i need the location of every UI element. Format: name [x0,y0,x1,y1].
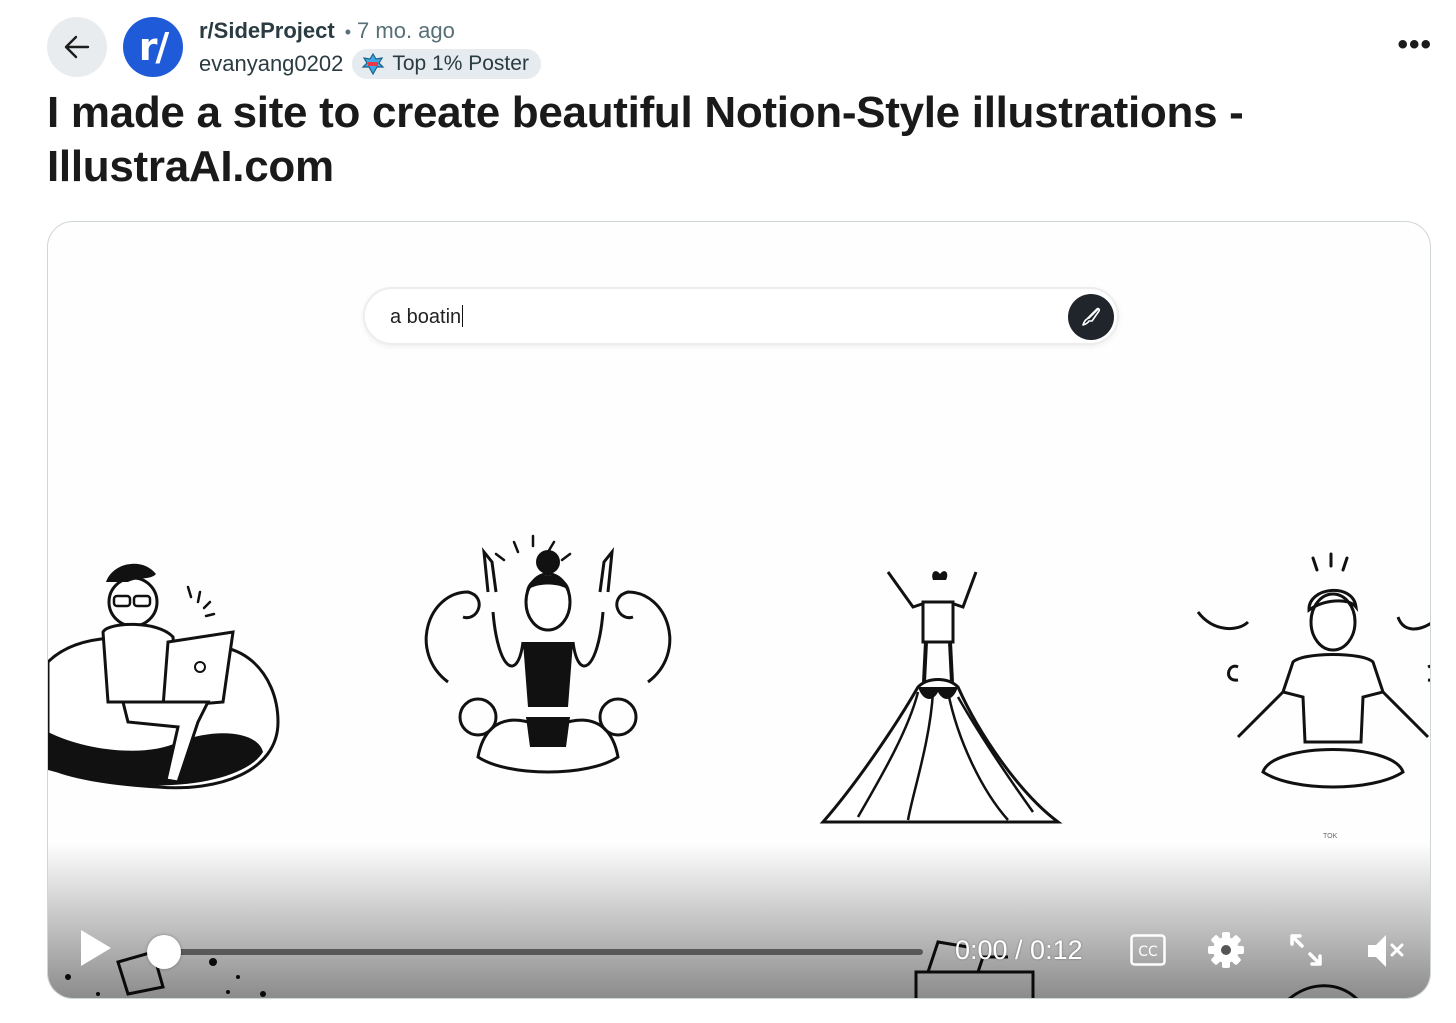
cc-icon: CC [1130,934,1166,966]
subreddit-avatar[interactable]: r/ [123,17,183,77]
time-display: 0:00 / 0:12 [955,935,1083,965]
gear-icon [1208,932,1244,968]
captions-button[interactable]: CC [1130,934,1166,971]
flair-label: Top 1% Poster [392,52,529,75]
back-arrow-icon [64,35,90,59]
back-button[interactable] [47,17,107,77]
brush-icon [1082,307,1101,326]
prompt-input-text: a boatin [390,305,464,328]
expand-icon [1290,934,1322,966]
mute-button[interactable] [1366,932,1406,975]
post-title[interactable]: I made a site to create beautiful Notion… [47,86,1347,194]
progress-scrubber[interactable] [147,935,181,969]
post-page: r/ r/SideProject • 7 mo. ago evanyang020… [0,0,1456,1023]
flair-badge-icon [361,53,385,75]
illustration-laptop-person [48,563,280,790]
generate-button [1068,294,1114,340]
cc-label: CC [1138,944,1158,960]
video-watermark: TOK [1323,833,1338,840]
illustration-mountain-summit [819,571,1063,824]
subreddit-avatar-text: r/ [138,25,170,69]
play-button[interactable] [78,928,114,973]
post-time: 7 mo. ago [357,18,455,43]
mute-icon [1368,935,1404,967]
prompt-search-bar: a boatin [363,287,1119,345]
progress-bar[interactable] [163,949,923,955]
meta-separator: • [344,22,352,42]
more-options-icon: ••• [1397,28,1432,61]
settings-button[interactable] [1207,931,1245,974]
illustration-meditating-man [1196,552,1430,789]
post-meta: r/SideProject • 7 mo. ago evanyang0202 T… [199,18,541,80]
more-options-button[interactable]: ••• [1397,30,1432,60]
illustration-meditating-woman [424,534,672,774]
fullscreen-button[interactable] [1289,933,1323,972]
controls-gradient [48,843,1430,998]
video-player[interactable]: a boatin TOK 0:00 / 0:12 CC [47,221,1431,999]
play-icon [81,930,111,966]
subreddit-name[interactable]: r/SideProject [199,18,335,44]
user-flair: Top 1% Poster [352,49,541,79]
author-name[interactable]: evanyang0202 [199,51,343,77]
